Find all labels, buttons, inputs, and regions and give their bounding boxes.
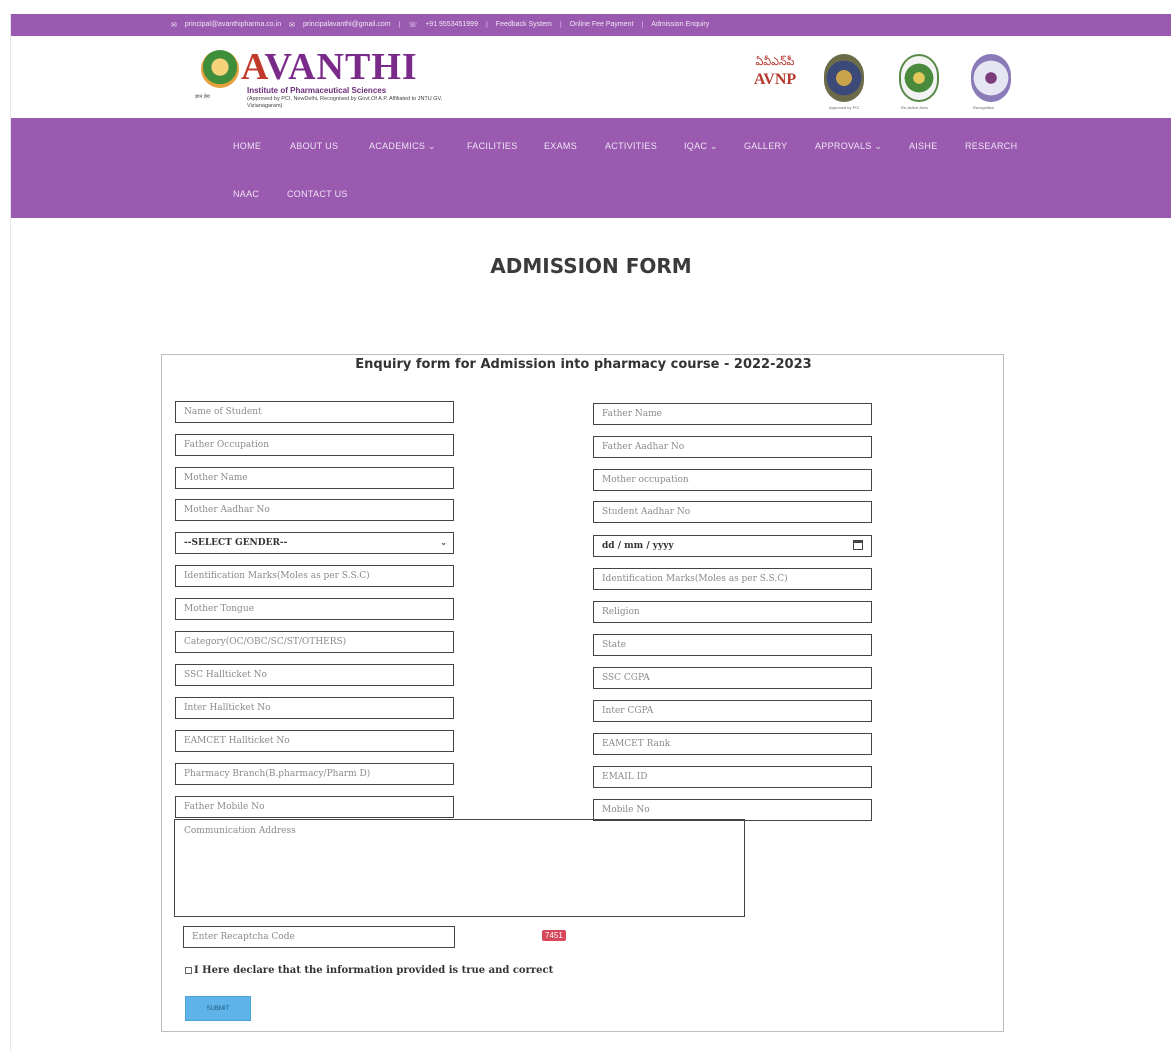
category-input[interactable]: Category(OC/OBC/SC/ST/OTHERS) [175,631,454,653]
seal-caption: Recognition [973,105,995,110]
site-header: ज्ञानं ज्ञेयं AVANTHI Institute of Pharm… [11,36,1171,118]
emblem-caption: ज्ञानं ज्ञेयं [195,94,210,100]
declaration-checkbox[interactable] [185,967,192,974]
divider: | [485,21,488,28]
student-aadhar-input[interactable]: Student Aadhar No [593,501,872,523]
university-seal-icon [971,54,1011,102]
father-aadhar-input[interactable]: Father Aadhar No [593,436,872,458]
date-placeholder: dd / mm / yyyy [602,541,674,551]
topbar-link-feedback[interactable]: Feedback System [496,21,552,29]
avnp-logo-text: AVNP [753,71,797,88]
captcha-code: 7451 [542,930,566,941]
father-occupation-input[interactable]: Father Occupation [175,434,454,456]
nav-item-contact-us[interactable]: CONTACT US [287,189,348,199]
nav-item-facilities[interactable]: FACILITIES [467,141,518,151]
inter-hallticket-input[interactable]: Inter Hallticket No [175,697,454,719]
nav-item-iqac[interactable]: IQAC ⌄ [684,141,718,152]
accreditation-seal-icon [824,54,864,102]
avnp-logo: ఏవీఎన్‌పీ AVNP [753,48,797,108]
brand-initial: A [241,46,265,88]
gender-select-value: --SELECT GENDER-- [184,538,288,548]
brand-logo[interactable]: AVANTHI [241,48,418,86]
nav-item-home[interactable]: HOME [233,141,261,151]
brand-name: VANTHI [264,46,418,88]
main-nav: HOME ABOUT US ACADEMICS ⌄ FACILITIES EXA… [11,118,1171,218]
page-frame: ✉ principal@avanthipharma.co.in ✉ princi… [10,14,1171,1051]
declaration-label: I Here declare that the information prov… [194,965,554,976]
top-contact-bar: ✉ principal@avanthipharma.co.in ✉ princi… [11,14,1171,36]
nav-item-gallery[interactable]: GALLERY [744,141,787,151]
father-mobile-input[interactable]: Father Mobile No [175,796,454,818]
institute-emblem-icon[interactable] [201,50,239,88]
nav-item-aishe[interactable]: AISHE [909,141,938,151]
nav-item-exams[interactable]: EXAMS [544,141,577,151]
gender-select[interactable]: --SELECT GENDER-- ⌄ [175,532,454,554]
calendar-icon[interactable] [853,540,863,550]
mother-name-input[interactable]: Mother Name [175,467,454,489]
email-input[interactable]: EMAIL ID [593,766,872,788]
date-of-birth-input[interactable]: dd / mm / yyyy [593,535,872,557]
government-seal-icon [899,54,939,102]
email-icon: ✉ [171,22,177,29]
mother-occupation-input[interactable]: Mother occupation [593,469,872,491]
chevron-down-icon: ⌄ [440,537,447,547]
nav-item-research[interactable]: RESEARCH [965,141,1017,151]
phone-icon: ☏ [408,22,418,29]
identification-marks-2-input[interactable]: Identification Marks(Moles as per S.S.C) [593,568,872,590]
divider: | [559,21,562,28]
topbar-email-link[interactable]: principalavanthi@gmail.com [303,21,391,29]
form-heading: Enquiry form for Admission into pharmacy… [355,357,812,372]
nav-item-about-us[interactable]: ABOUT US [290,141,338,151]
admission-enquiry-form: Enquiry form for Admission into pharmacy… [161,354,1004,1032]
divider: | [641,21,644,28]
brand-approval-text: (Approved by PCI, NewDelhi, Recognised b… [247,96,443,109]
topbar-link-admission-enquiry[interactable]: Admission Enquiry [651,21,709,29]
pharmacy-branch-input[interactable]: Pharmacy Branch(B.pharmacy/Pharm D) [175,763,454,785]
seal-caption: Re-Active Area [901,105,928,110]
topbar-email-link[interactable]: principal@avanthipharma.co.in [185,21,281,29]
mobile-input[interactable]: Mobile No [593,799,872,821]
submit-button[interactable]: SUBMIT [185,996,251,1021]
nav-item-activities[interactable]: ACTIVITIES [605,141,657,151]
inter-cgpa-input[interactable]: Inter CGPA [593,700,872,722]
divider: | [398,21,401,28]
eamcet-hallticket-input[interactable]: EAMCET Hallticket No [175,730,454,752]
communication-address-textarea[interactable]: Communication Address [174,819,745,917]
nav-item-approvals[interactable]: APPROVALS ⌄ [815,141,882,152]
seal-caption: Approved by PCI [829,105,860,110]
brand-subtitle: Institute of Pharmaceutical Sciences [247,86,387,95]
identification-marks-input[interactable]: Identification Marks(Moles as per S.S.C) [175,565,454,587]
mother-tongue-input[interactable]: Mother Tongue [175,598,454,620]
nav-item-academics[interactable]: ACADEMICS ⌄ [369,141,436,152]
eamcet-rank-input[interactable]: EAMCET Rank [593,733,872,755]
email-icon: ✉ [289,22,295,29]
captcha-input[interactable]: Enter Recaptcha Code [183,926,455,948]
mother-aadhar-input[interactable]: Mother Aadhar No [175,499,454,521]
nav-item-naac[interactable]: NAAC [233,189,259,199]
ssc-cgpa-input[interactable]: SSC CGPA [593,667,872,689]
ssc-hallticket-input[interactable]: SSC Hallticket No [175,664,454,686]
declaration-row: I Here declare that the information prov… [185,965,553,976]
avnp-logo-telugu: ఏవీఎన్‌పీ [755,56,795,68]
topbar-link-fee-payment[interactable]: Online Fee Payment [570,21,634,29]
topbar-phone-link[interactable]: +91 9553451999 [425,21,478,29]
page-title: ADMISSION FORM [490,254,692,278]
state-input[interactable]: State [593,634,872,656]
religion-input[interactable]: Religion [593,601,872,623]
father-name-input[interactable]: Father Name [593,403,872,425]
student-name-input[interactable]: Name of Student [175,401,454,423]
